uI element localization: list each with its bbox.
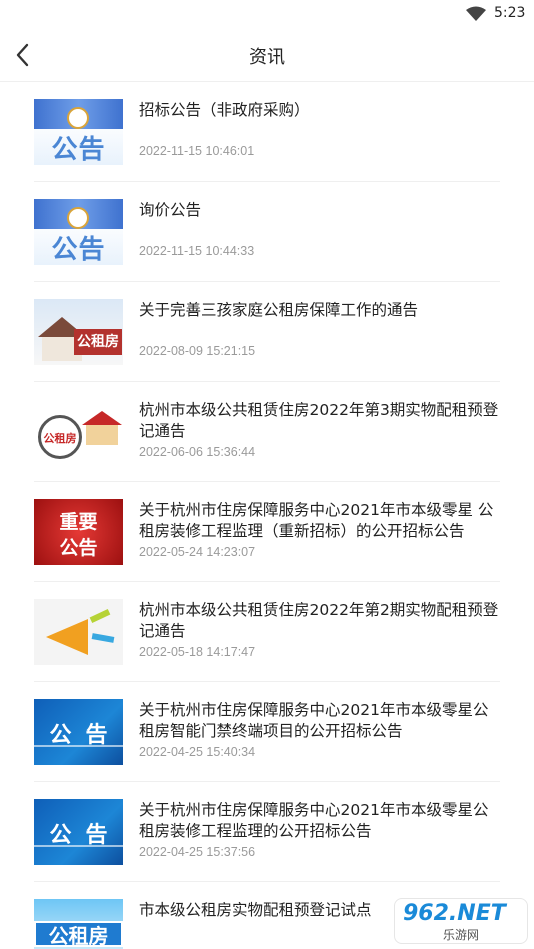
thumbnail-text: 公租房 [74, 329, 122, 355]
status-bar: 5:23 [0, 0, 534, 28]
news-date: 2022-04-25 15:40:34 [139, 745, 256, 759]
news-thumbnail [34, 599, 123, 665]
watermark-main: 962.NET [403, 901, 506, 926]
news-title: 询价公告 [139, 201, 202, 219]
news-title: 关于完善三孩家庭公租房保障工作的通告 [139, 301, 419, 319]
thumbnail-text: 公告 [51, 135, 106, 165]
news-title: 关于杭州市住房保障服务中心2021年市本级零星 公租房装修工程监理（重新招标）的… [139, 501, 494, 540]
news-thumbnail: 公告 [34, 199, 123, 265]
news-item[interactable]: 公租房 关于完善三孩家庭公租房保障工作的通告 2022-08-09 15:21:… [34, 282, 500, 382]
news-thumbnail: 公告 [34, 699, 123, 765]
news-thumbnail: 公租房 [34, 899, 123, 949]
megaphone-icon [67, 207, 89, 229]
news-item[interactable]: 公告 关于杭州市住房保障服务中心2021年市本级零星公租房智能门禁终端项目的公开… [34, 682, 500, 782]
thumbnail-text: 公告 [59, 537, 98, 559]
news-item[interactable]: 公告 询价公告 2022-11-15 10:44:33 [34, 182, 500, 282]
news-date: 2022-05-18 14:17:47 [139, 645, 256, 659]
news-title: 杭州市本级公共租赁住房2022年第3期实物配租预登记通告 [139, 401, 499, 440]
news-thumbnail: 公租房 [34, 299, 123, 365]
app-header: 资讯 [0, 28, 534, 82]
news-title: 关于杭州市住房保障服务中心2021年市本级零星公租房智能门禁终端项目的公开招标公… [139, 701, 489, 740]
thumbnail-text: 重要 [59, 511, 98, 533]
news-item[interactable]: 杭州市本级公共租赁住房2022年第2期实物配租预登记通告 2022-05-18 … [34, 582, 500, 682]
page-title: 资讯 [249, 47, 285, 68]
news-item[interactable]: 重要 公告 关于杭州市住房保障服务中心2021年市本级零星 公租房装修工程监理（… [34, 482, 500, 582]
news-date: 2022-06-06 15:36:44 [139, 445, 256, 459]
thumbnail-text: 公租房 [48, 924, 109, 948]
news-item[interactable]: 公告 招标公告（非政府采购） 2022-11-15 10:46:01 [34, 82, 500, 182]
thumbnail-text: 公租房 [43, 432, 77, 445]
news-date: 2022-08-09 15:21:15 [139, 344, 256, 358]
megaphone-icon [67, 107, 89, 129]
watermark-logo: 962.NET 乐游网 [394, 898, 528, 944]
news-title: 杭州市本级公共租赁住房2022年第2期实物配租预登记通告 [139, 601, 499, 640]
watermark-sub: 乐游网 [443, 928, 480, 942]
news-date: 2022-05-24 14:23:07 [139, 545, 256, 559]
news-thumbnail: 公告 [34, 99, 123, 165]
status-time: 5:23 [494, 5, 526, 21]
news-title: 关于杭州市住房保障服务中心2021年市本级零星公租房装修工程监理的公开招标公告 [139, 801, 489, 840]
megaphone-icon [46, 619, 88, 655]
news-thumbnail: 公告 [34, 799, 123, 865]
thumbnail-text: 公告 [51, 235, 106, 265]
news-title: 招标公告（非政府采购） [139, 101, 310, 119]
news-date: 2022-11-15 10:44:33 [139, 244, 255, 258]
news-thumbnail: 重要 公告 [34, 499, 123, 565]
news-item[interactable]: 公告 关于杭州市住房保障服务中心2021年市本级零星公租房装修工程监理的公开招标… [34, 782, 500, 882]
house-icon [82, 411, 122, 425]
news-date: 2022-11-15 10:46:01 [139, 144, 255, 158]
news-thumbnail: 公租房 [34, 399, 123, 465]
news-item[interactable]: 公租房 杭州市本级公共租赁住房2022年第3期实物配租预登记通告 2022-06… [34, 382, 500, 482]
news-date: 2022-04-25 15:37:56 [139, 845, 256, 859]
wifi-icon [466, 6, 486, 21]
